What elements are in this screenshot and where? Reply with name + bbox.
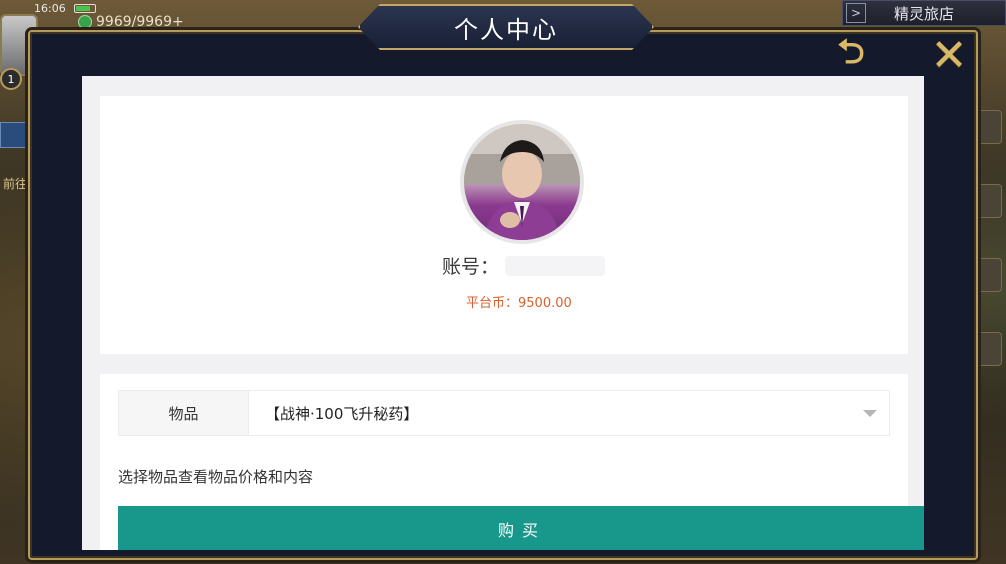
avatar-portrait bbox=[464, 124, 580, 240]
purchase-card: 物品 【战神·100飞升秘药】 选择物品查看物品价格和内容 购买 bbox=[100, 374, 924, 550]
expand-arrow-icon[interactable]: > bbox=[846, 3, 866, 23]
inn-label: 精灵旅店 bbox=[894, 4, 955, 23]
inn-button[interactable]: > 精灵旅店 bbox=[842, 0, 1006, 26]
side-flag-icon[interactable] bbox=[0, 122, 30, 148]
energy-value: 9969/9969+ bbox=[96, 14, 184, 30]
buy-button[interactable]: 购买 bbox=[118, 506, 924, 550]
avatar bbox=[460, 120, 584, 244]
energy-icon bbox=[78, 15, 92, 29]
level-badge: 1 bbox=[0, 68, 22, 90]
side-icon[interactable] bbox=[978, 332, 1002, 366]
platform-coins: 平台币：9500.00 bbox=[466, 292, 572, 311]
battery-icon bbox=[73, 3, 96, 13]
right-side-icons bbox=[978, 110, 1002, 370]
item-selected-value: 【战神·100飞升秘药】 bbox=[265, 404, 419, 423]
account-row: 账号： bbox=[442, 252, 606, 279]
clock: 16:06 bbox=[34, 1, 66, 15]
coins-value: 9500.00 bbox=[518, 296, 572, 311]
modal-title-plate: 个人中心 bbox=[358, 4, 654, 50]
side-icon[interactable] bbox=[978, 184, 1002, 218]
side-icon[interactable] bbox=[978, 110, 1002, 144]
item-select[interactable]: 【战神·100飞升秘药】 bbox=[249, 391, 889, 435]
account-value bbox=[505, 255, 606, 276]
account-label: 账号： bbox=[442, 256, 500, 278]
close-x-icon[interactable]: ✕ bbox=[926, 30, 972, 81]
side-icon[interactable] bbox=[978, 258, 1002, 292]
chevron-down-icon[interactable] bbox=[863, 410, 877, 417]
item-label: 物品 bbox=[119, 391, 249, 435]
coins-label: 平台币： bbox=[466, 296, 519, 311]
web-content: 账号： 平台币：9500.00 物品 【战神·100飞升秘药】 选择物品查看物品… bbox=[82, 76, 924, 550]
energy-display: 9969/9969+ bbox=[78, 14, 184, 30]
side-shortcut[interactable]: 前往 bbox=[0, 168, 30, 198]
back-arrow-icon[interactable]: ⮌ bbox=[822, 32, 880, 76]
profile-card: 账号： 平台币：9500.00 bbox=[100, 96, 908, 354]
modal-title: 个人中心 bbox=[454, 15, 558, 44]
item-hint: 选择物品查看物品价格和内容 bbox=[118, 468, 314, 486]
item-select-row[interactable]: 物品 【战神·100飞升秘药】 bbox=[118, 390, 890, 436]
